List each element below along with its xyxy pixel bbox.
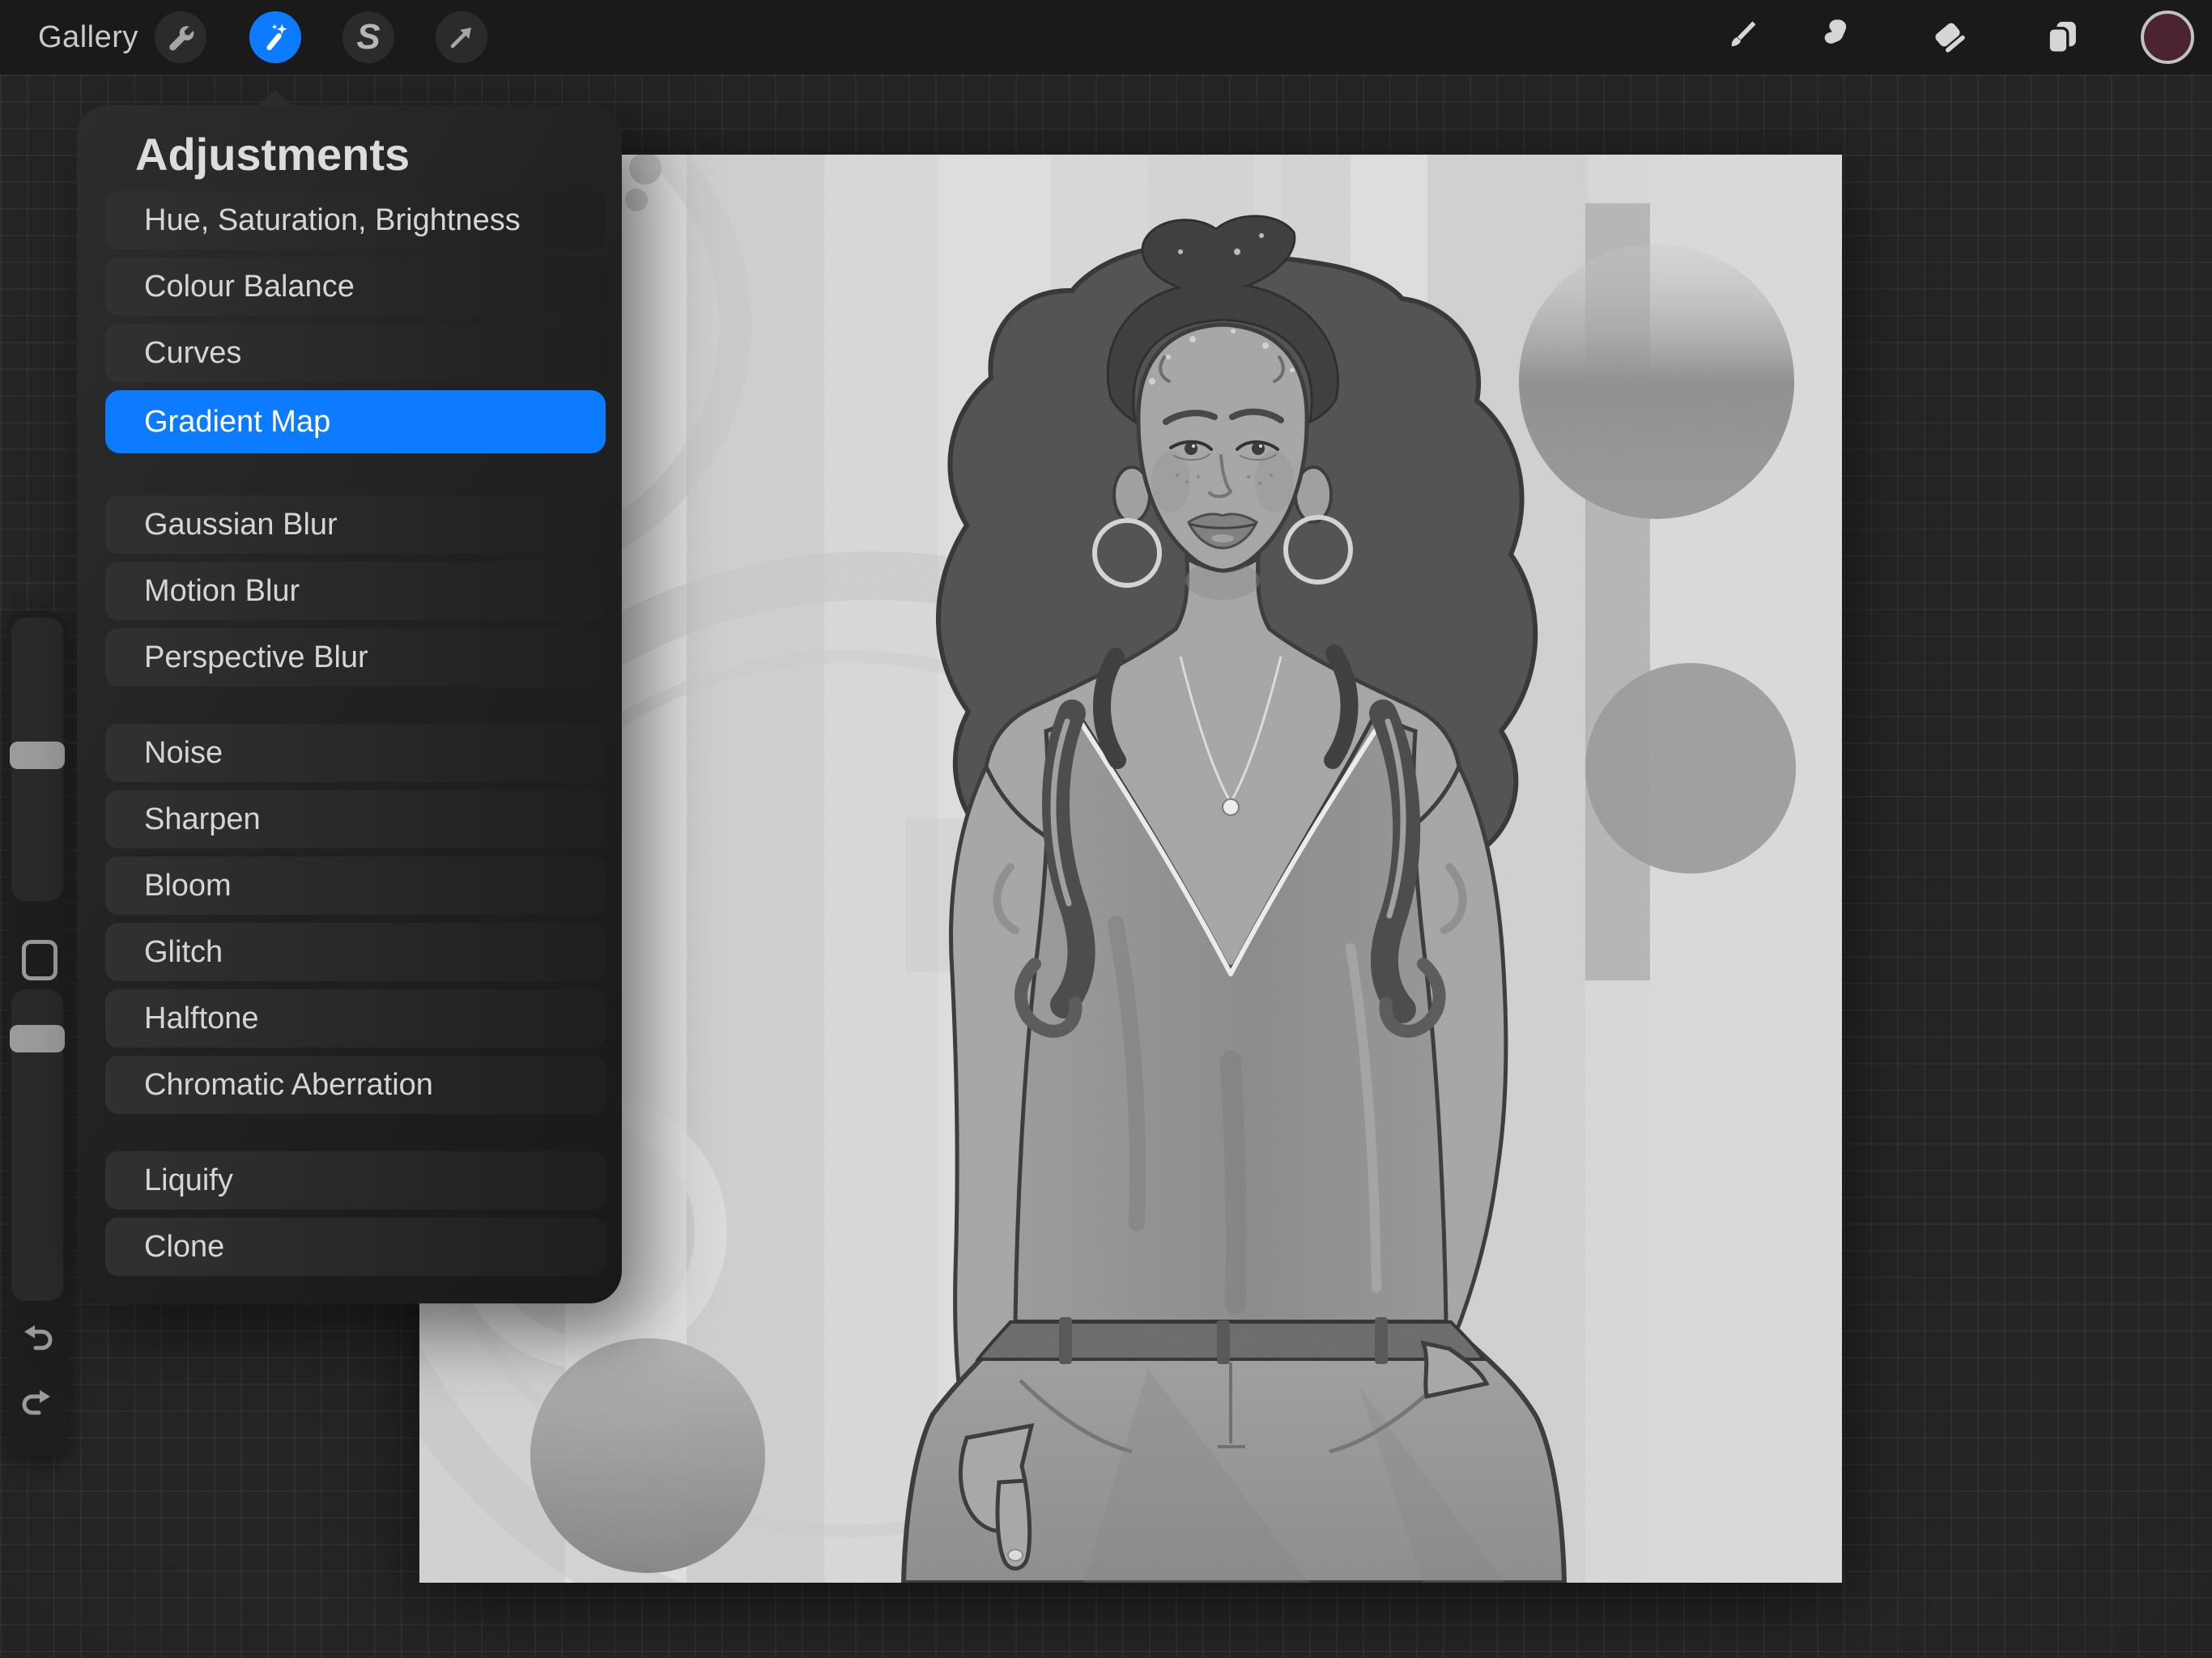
- selection-button[interactable]: S: [342, 11, 394, 63]
- menu-item-glitch[interactable]: Glitch: [105, 923, 606, 981]
- redo-icon[interactable]: [18, 1385, 57, 1424]
- menu-item-gradient-map[interactable]: Gradient Map: [105, 390, 606, 453]
- menu-item-noise[interactable]: Noise: [105, 724, 606, 782]
- transform-arrow-icon: [444, 19, 479, 55]
- menu-item-bloom[interactable]: Bloom: [105, 857, 606, 915]
- smudge-finger-icon: [1812, 15, 1856, 59]
- workspace-background: Adjustments Hue, Saturation, Brightness …: [0, 74, 2212, 1658]
- undo-icon[interactable]: [18, 1320, 57, 1359]
- procreate-screen: Adjustments Hue, Saturation, Brightness …: [0, 0, 2212, 1658]
- menu-item-perspective-blur[interactable]: Perspective Blur: [105, 628, 606, 687]
- magic-wand-icon: [257, 19, 293, 55]
- layers-tool[interactable]: [2036, 11, 2088, 63]
- canvas-artwork: [419, 155, 1842, 1583]
- menu-item-colour-balance[interactable]: Colour Balance: [105, 257, 606, 316]
- adjustments-panel: Adjustments Hue, Saturation, Brightness …: [77, 105, 622, 1303]
- modify-button[interactable]: [22, 940, 57, 980]
- wrench-icon: [163, 19, 198, 55]
- panel-title: Adjustments: [135, 128, 410, 181]
- selection-icon: S: [356, 17, 380, 57]
- menu-item-clone[interactable]: Clone: [105, 1218, 606, 1276]
- menu-item-halftone[interactable]: Halftone: [105, 989, 606, 1048]
- menu-item-sharpen[interactable]: Sharpen: [105, 790, 606, 848]
- brush-icon: [1727, 15, 1771, 59]
- smudge-tool[interactable]: [1808, 11, 1860, 63]
- eraser-icon: [1928, 15, 1972, 59]
- menu-item-hue-saturation-brightness[interactable]: Hue, Saturation, Brightness: [105, 191, 606, 249]
- menu-item-chromatic-aberration[interactable]: Chromatic Aberration: [105, 1056, 606, 1114]
- drawing-canvas[interactable]: [419, 155, 1842, 1583]
- eraser-tool[interactable]: [1924, 11, 1976, 63]
- top-toolbar: Gallery S: [0, 0, 2212, 74]
- menu-item-liquify[interactable]: Liquify: [105, 1151, 606, 1209]
- gallery-button[interactable]: Gallery: [38, 0, 138, 74]
- sidebar-sliders: [6, 611, 68, 1456]
- layers-icon: [2040, 15, 2084, 59]
- panel-pointer-notch: [257, 90, 293, 106]
- menu-item-motion-blur[interactable]: Motion Blur: [105, 562, 606, 620]
- menu-item-curves[interactable]: Curves: [105, 324, 606, 382]
- adjustments-button[interactable]: [249, 11, 301, 63]
- transform-button[interactable]: [436, 11, 487, 63]
- brush-tool[interactable]: [1723, 11, 1775, 63]
- opacity-handle[interactable]: [10, 1025, 65, 1052]
- brush-size-handle[interactable]: [10, 742, 65, 769]
- menu-item-gaussian-blur[interactable]: Gaussian Blur: [105, 495, 606, 554]
- actions-button[interactable]: [155, 11, 206, 63]
- color-swatch[interactable]: [2141, 11, 2194, 64]
